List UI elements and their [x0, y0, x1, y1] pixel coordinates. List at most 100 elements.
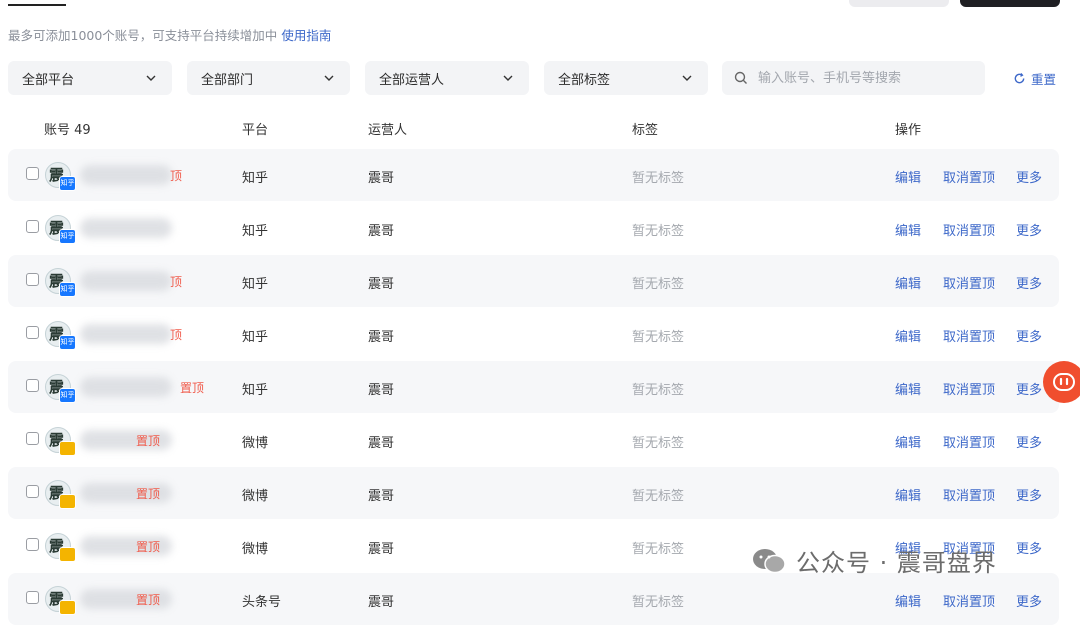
row-checkbox[interactable]	[26, 432, 39, 445]
operator-filter-select[interactable]: 全部运营人	[365, 61, 529, 95]
more-link[interactable]: 更多	[1016, 485, 1042, 504]
watermark-text: 公众号 · 震哥盘界	[796, 549, 997, 577]
more-link[interactable]: 更多	[1016, 167, 1042, 186]
tag-filter-value: 全部标签	[558, 72, 611, 88]
platform-cell: 微博	[242, 489, 269, 504]
edit-link[interactable]: 编辑	[895, 220, 921, 239]
edit-link[interactable]: 编辑	[895, 591, 921, 610]
more-link[interactable]: 更多	[1016, 326, 1042, 345]
edit-link[interactable]: 编辑	[895, 379, 921, 398]
unpin-link[interactable]: 取消置顶	[943, 326, 995, 345]
tag-cell: 暂无标签	[632, 595, 685, 610]
usage-guide-link[interactable]: 使用指南	[281, 28, 331, 43]
avatar: 震	[45, 533, 76, 562]
row-checkbox[interactable]	[26, 485, 39, 498]
chevron-down-icon	[324, 75, 334, 81]
platform-badge-icon: 知乎	[59, 176, 76, 191]
table-row: 震 置顶 微博 震哥 暂无标签 编辑 取消置顶 更多	[8, 414, 1059, 466]
operator-cell: 震哥	[368, 383, 395, 398]
pinned-badge: 置顶	[180, 381, 205, 395]
edit-link[interactable]: 编辑	[895, 432, 921, 451]
pinned-badge: 置顶	[136, 434, 161, 448]
column-header-platform: 平台	[242, 123, 269, 138]
operator-cell: 震哥	[368, 330, 395, 345]
account-name-redacted	[80, 271, 172, 291]
platform-cell: 知乎	[242, 383, 269, 398]
pinned-badge: 顶	[170, 169, 183, 183]
operator-cell: 震哥	[368, 436, 395, 451]
more-link[interactable]: 更多	[1016, 432, 1042, 451]
avatar: 震	[45, 586, 76, 615]
platform-cell: 知乎	[242, 277, 269, 292]
department-filter-select[interactable]: 全部部门	[187, 61, 350, 95]
pinned-badge: 顶	[170, 328, 183, 342]
platform-badge-icon: 知乎	[59, 335, 76, 350]
chevron-down-icon	[682, 75, 692, 81]
edit-link[interactable]: 编辑	[895, 273, 921, 292]
column-header-operator: 运营人	[368, 123, 408, 138]
notice-text: 最多可添加1000个账号，可支持平台持续增加中	[8, 28, 278, 43]
platform-badge-icon: 知乎	[59, 388, 76, 403]
column-header-action: 操作	[895, 123, 922, 138]
account-name-redacted	[80, 218, 172, 238]
search-input[interactable]	[756, 69, 970, 87]
edit-link[interactable]: 编辑	[895, 167, 921, 186]
row-checkbox[interactable]	[26, 379, 39, 392]
unpin-link[interactable]: 取消置顶	[943, 432, 995, 451]
edit-link[interactable]: 编辑	[895, 326, 921, 345]
avatar: 震知乎	[45, 268, 76, 297]
unpin-link[interactable]: 取消置顶	[943, 379, 995, 398]
pinned-badge: 置顶	[136, 540, 161, 554]
table-row: 震知乎 知乎 震哥 暂无标签 编辑 取消置顶 更多	[8, 202, 1059, 254]
column-header-account: 账号 49	[44, 123, 91, 138]
top-secondary-button[interactable]	[849, 0, 949, 7]
unpin-link[interactable]: 取消置顶	[943, 220, 995, 239]
platform-filter-select[interactable]: 全部平台	[8, 61, 172, 95]
avatar: 震知乎	[45, 215, 76, 244]
chat-assistant-button[interactable]	[1043, 361, 1080, 403]
more-link[interactable]: 更多	[1016, 591, 1042, 610]
more-link[interactable]: 更多	[1016, 538, 1042, 557]
operator-cell: 震哥	[368, 542, 395, 557]
row-checkbox[interactable]	[26, 220, 39, 233]
row-checkbox[interactable]	[26, 538, 39, 551]
row-checkbox[interactable]	[26, 326, 39, 339]
table-row: 震 置顶 头条号 震哥 暂无标签 编辑 取消置顶 更多	[8, 573, 1059, 625]
avatar: 震知乎	[45, 321, 76, 350]
platform-cell: 头条号	[242, 595, 282, 610]
row-checkbox[interactable]	[26, 273, 39, 286]
platform-badge-icon	[59, 441, 76, 456]
more-link[interactable]: 更多	[1016, 379, 1042, 398]
avatar: 震	[45, 480, 76, 509]
unpin-link[interactable]: 取消置顶	[943, 591, 995, 610]
operator-cell: 震哥	[368, 224, 395, 239]
unpin-link[interactable]: 取消置顶	[943, 273, 995, 292]
operator-cell: 震哥	[368, 489, 395, 504]
refresh-icon	[1014, 72, 1025, 84]
platform-badge-icon	[59, 494, 76, 509]
edit-link[interactable]: 编辑	[895, 485, 921, 504]
more-link[interactable]: 更多	[1016, 220, 1042, 239]
avatar: 震知乎	[45, 162, 76, 191]
search-icon	[734, 71, 747, 84]
tag-filter-select[interactable]: 全部标签	[544, 61, 708, 95]
reset-button[interactable]: 重置	[1013, 69, 1056, 88]
top-primary-button[interactable]	[960, 0, 1060, 7]
row-checkbox[interactable]	[26, 167, 39, 180]
account-name-redacted	[80, 377, 172, 397]
table-row: 震知乎顶知乎 震哥 暂无标签 编辑 取消置顶 更多	[8, 255, 1059, 307]
tag-cell: 暂无标签	[632, 224, 685, 239]
tag-cell: 暂无标签	[632, 171, 685, 186]
tag-cell: 暂无标签	[632, 436, 685, 451]
platform-cell: 知乎	[242, 224, 269, 239]
platform-cell: 微博	[242, 436, 269, 451]
more-link[interactable]: 更多	[1016, 273, 1042, 292]
tag-cell: 暂无标签	[632, 542, 685, 557]
unpin-link[interactable]: 取消置顶	[943, 485, 995, 504]
pinned-badge: 置顶	[136, 593, 161, 607]
row-checkbox[interactable]	[26, 591, 39, 604]
unpin-link[interactable]: 取消置顶	[943, 167, 995, 186]
operator-cell: 震哥	[368, 595, 395, 610]
table-row: 震知乎顶知乎 震哥 暂无标签 编辑 取消置顶 更多	[8, 308, 1059, 360]
tag-cell: 暂无标签	[632, 277, 685, 292]
